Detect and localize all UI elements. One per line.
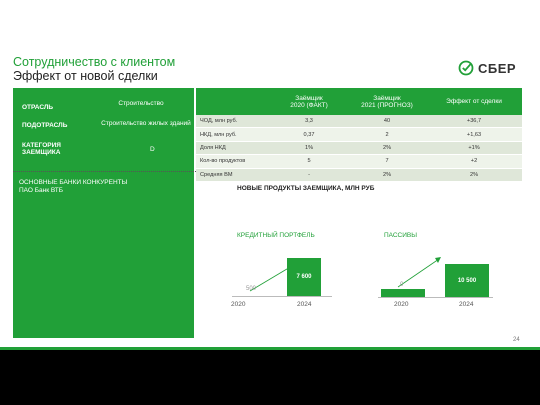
credit-year-2020: 2020 xyxy=(231,301,246,308)
table-header-cell: Заёмщик 2021 (ПРОГНОЗ) xyxy=(361,94,413,109)
table-cell: 2% xyxy=(469,171,479,178)
table-cell: 2% xyxy=(382,144,392,151)
black-bottom-area xyxy=(0,350,540,405)
credit-baseline xyxy=(232,296,332,297)
liabilities-label: ПАССИВЫ xyxy=(384,232,418,239)
table-row: Кол-во продуктов 5 7 +2 xyxy=(196,155,522,169)
page-number: 24 xyxy=(513,337,520,343)
liabilities-year-2024: 2024 xyxy=(459,301,474,308)
liabilities-value-2020: 0 xyxy=(400,282,404,288)
liabilities-value-2024: 10 500 xyxy=(457,277,477,284)
industry-value: Строительство xyxy=(118,100,164,107)
table-cell: НКД, млн руб. xyxy=(200,131,237,138)
table-cell: Средняя ВМ xyxy=(200,171,233,178)
table-header-cell: Эффект от сделки xyxy=(446,98,502,105)
credit-year-2024: 2024 xyxy=(297,301,312,308)
table-cell: +2 xyxy=(470,158,478,165)
table-cell: 1% xyxy=(304,144,314,151)
liabilities-bar-2020 xyxy=(381,289,425,297)
divider xyxy=(13,171,196,172)
table-cell: +1,63 xyxy=(466,131,482,138)
sber-logo-icon xyxy=(458,60,474,76)
table-cell: +36,7 xyxy=(466,118,482,125)
slide: Сотрудничество с клиентом Эффект от ново… xyxy=(0,0,540,350)
competitors-value: ПАО Банк ВТБ xyxy=(19,187,63,194)
industry-label: ОТРАСЛЬ xyxy=(22,104,54,111)
table-cell: 2 xyxy=(385,131,389,138)
subindustry-label: ПОДОТРАСЛЬ xyxy=(22,122,68,129)
sber-logo: СБЕР xyxy=(458,60,516,76)
competitors-label: ОСНОВНЫЕ БАНКИ КОНКУРЕНТЫ xyxy=(19,179,128,186)
logo-text: СБЕР xyxy=(478,60,517,76)
liabilities-year-2020: 2020 xyxy=(394,301,409,308)
table-cell: - xyxy=(308,171,310,178)
table-header: Заёмщик 2020 (ФАКТ) Заёмщик 2021 (ПРОГНО… xyxy=(196,88,522,115)
effect-table: Заёмщик 2020 (ФАКТ) Заёмщик 2021 (ПРОГНО… xyxy=(196,88,522,182)
table-row: Доля НКД 1% 2% +1% xyxy=(196,141,522,156)
table-cell: +1% xyxy=(468,144,480,151)
credit-value-2020: 500 xyxy=(246,286,257,292)
table-row: Средняя ВМ - 2% 2% xyxy=(196,168,522,182)
credit-portfolio-label: КРЕДИТНЫЙ ПОРТФЕЛЬ xyxy=(237,232,315,239)
table-cell: 3,3 xyxy=(305,118,313,125)
table-cell: 5 xyxy=(307,158,311,165)
table-row: ЧОД, млн руб. 3,3 40 +36,7 xyxy=(196,115,522,129)
category-label: КАТЕГОРИЯ ЗАЕМЩИКА xyxy=(22,142,61,156)
table-cell: ЧОД, млн руб. xyxy=(200,118,238,125)
table-cell: Доля НКД xyxy=(200,144,226,151)
category-value: D xyxy=(150,146,155,153)
slide-title: Сотрудничество с клиентом xyxy=(13,55,176,69)
table-header-cell xyxy=(196,88,270,115)
table-cell: Кол-во продуктов xyxy=(200,158,246,165)
liabilities-baseline xyxy=(378,297,493,298)
credit-bar-2024: 7 600 xyxy=(287,258,321,296)
table-cell: 7 xyxy=(385,158,389,165)
credit-value-2024: 7 600 xyxy=(296,274,312,280)
subindustry-value: Строительство жилых зданий xyxy=(101,120,191,127)
new-products-title: НОВЫЕ ПРОДУКТЫ ЗАЕМЩИКА, МЛН РУБ xyxy=(237,185,375,192)
slide-subtitle: Эффект от новой сделки xyxy=(13,69,158,83)
table-header-cell: Заёмщик 2020 (ФАКТ) xyxy=(290,94,328,109)
table-cell: 2% xyxy=(382,171,392,178)
liabilities-bar-2024: 10 500 xyxy=(445,264,489,297)
table-row: НКД, млн руб. 0,37 2 +1,63 xyxy=(196,128,522,142)
table-cell: 0,37 xyxy=(303,131,315,138)
table-cell: 40 xyxy=(383,118,391,125)
table-body: ЧОД, млн руб. 3,3 40 +36,7 НКД, млн руб.… xyxy=(196,115,522,182)
